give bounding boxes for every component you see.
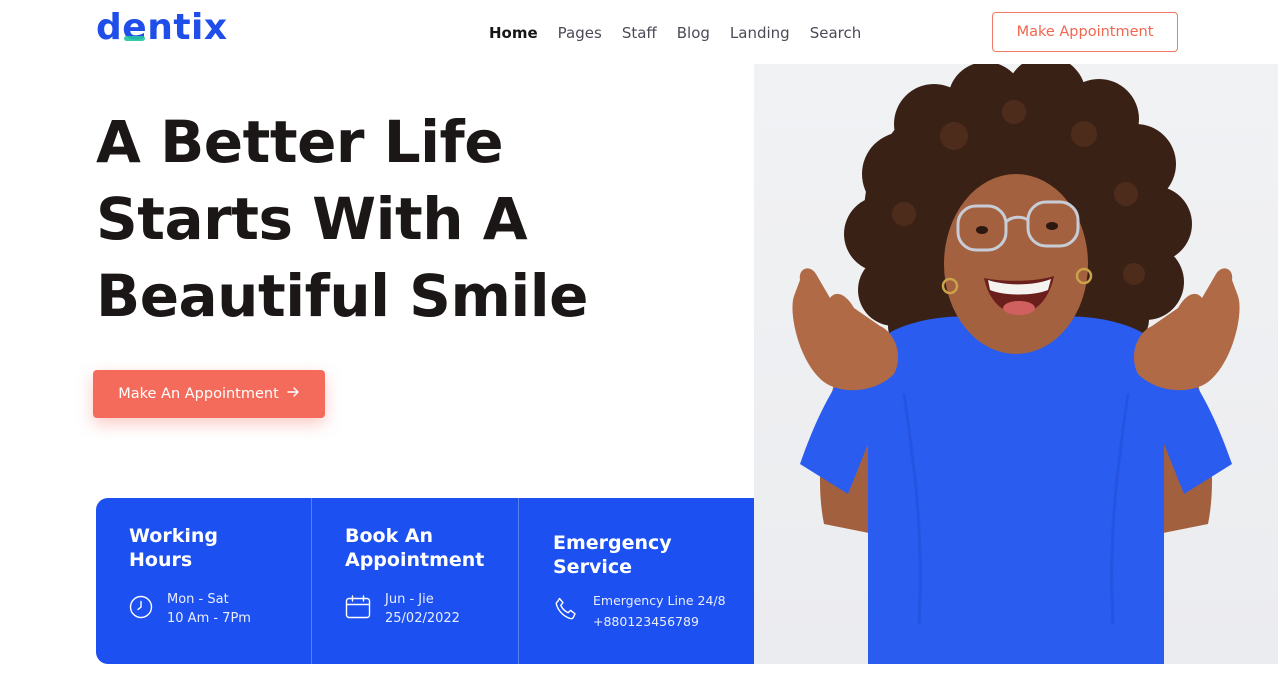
card-title-line-1: Book An xyxy=(345,525,434,547)
card-title: Emergency Service xyxy=(553,531,672,579)
clock-icon xyxy=(129,595,153,624)
logo-text-e: e xyxy=(122,7,148,48)
card-detail: Jun - Jie 25/02/2022 xyxy=(345,590,460,628)
card-line-1: Emergency Line 24/8 xyxy=(593,593,726,608)
card-detail: Mon - Sat 10 Am - 7Pm xyxy=(129,590,251,628)
card-title-line-2: Hours xyxy=(129,549,193,571)
book-appointment-card[interactable]: Book An Appointment Jun - Jie 25/02/2022 xyxy=(312,498,519,664)
card-title: Working Hours xyxy=(129,524,218,572)
hero-photo xyxy=(754,64,1278,664)
info-panel: Working Hours Mon - Sat 10 Am - 7Pm Book… xyxy=(96,498,754,664)
card-title-line-1: Emergency xyxy=(553,532,672,554)
make-an-appointment-label: Make An Appointment xyxy=(118,386,279,402)
working-hours-card: Working Hours Mon - Sat 10 Am - 7Pm xyxy=(96,498,312,664)
card-title: Book An Appointment xyxy=(345,524,484,572)
arrow-right-icon xyxy=(287,386,300,402)
main-nav: Home Pages Staff Blog Landing Search xyxy=(489,22,861,44)
nav-staff[interactable]: Staff xyxy=(622,22,657,44)
calendar-icon xyxy=(345,594,371,624)
logo-text-d: d xyxy=(96,7,123,48)
logo-text-rest: ntix xyxy=(147,7,228,48)
card-line-2: 10 Am - 7Pm xyxy=(167,611,251,626)
card-title-line-2: Appointment xyxy=(345,549,485,571)
nav-home[interactable]: Home xyxy=(489,22,538,44)
hero-headline: A Better Life Starts With A Beautiful Sm… xyxy=(96,104,656,335)
card-detail: Emergency Line 24/8 +880123456789 xyxy=(553,590,726,632)
card-line-2: 25/02/2022 xyxy=(385,611,460,626)
nav-pages[interactable]: Pages xyxy=(558,22,602,44)
nav-blog[interactable]: Blog xyxy=(677,22,710,44)
card-lines: Emergency Line 24/8 +880123456789 xyxy=(593,590,726,632)
make-appointment-button[interactable]: Make Appointment xyxy=(992,12,1178,52)
headline-line-2: Starts With A xyxy=(96,185,528,253)
card-title-line-2: Service xyxy=(553,556,632,578)
card-line-1: Mon - Sat xyxy=(167,592,229,607)
make-an-appointment-button[interactable]: Make An Appointment xyxy=(93,370,325,418)
logo[interactable]: dentix xyxy=(96,8,228,48)
card-lines: Mon - Sat 10 Am - 7Pm xyxy=(167,590,251,628)
nav-search[interactable]: Search xyxy=(810,22,862,44)
card-line-1: Jun - Jie xyxy=(385,592,434,607)
phone-icon xyxy=(553,596,579,627)
headline-line-1: A Better Life xyxy=(96,108,504,176)
emergency-service-card: Emergency Service Emergency Line 24/8 +8… xyxy=(519,498,754,664)
smiling-woman-illustration xyxy=(792,64,1240,664)
card-lines: Jun - Jie 25/02/2022 xyxy=(385,590,460,628)
card-title-line-1: Working xyxy=(129,525,218,547)
card-line-2[interactable]: +880123456789 xyxy=(593,611,726,632)
nav-landing[interactable]: Landing xyxy=(730,22,790,44)
headline-line-3: Beautiful Smile xyxy=(96,262,589,330)
